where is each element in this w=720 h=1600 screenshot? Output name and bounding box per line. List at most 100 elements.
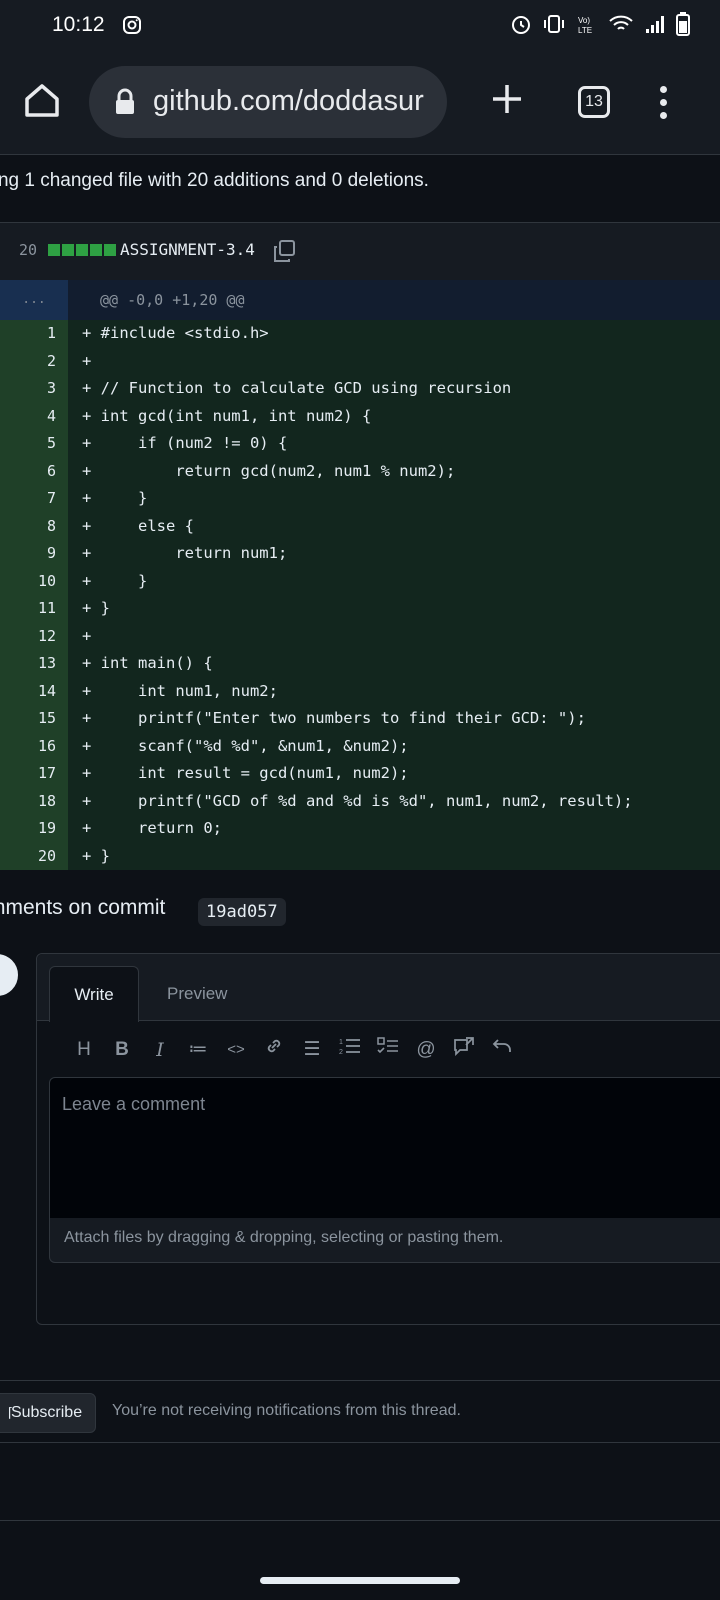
signal-icon	[644, 13, 666, 40]
line-number[interactable]: 7	[0, 485, 68, 513]
tab-write[interactable]: Write	[49, 966, 139, 1022]
diff-line: 2 +	[0, 347, 720, 375]
undo-icon[interactable]	[483, 1036, 521, 1064]
address-bar[interactable]: github.com/doddasur	[89, 66, 447, 138]
expand-hunk-button[interactable]: ...	[0, 280, 68, 320]
line-number[interactable]: 18	[0, 787, 68, 815]
diff-line: 16 + scanf("%d %d", &num1, &num2);	[0, 732, 720, 760]
cross-reference-icon[interactable]	[445, 1036, 483, 1064]
line-code: + scanf("%d %d", &num1, &num2);	[82, 736, 409, 755]
line-number[interactable]: 16	[0, 732, 68, 760]
status-bar: 10:12 Vo) LTE	[0, 0, 720, 52]
diff-line: 19 + return 0;	[0, 815, 720, 843]
line-code: + return gcd(num2, num1 % num2);	[82, 461, 456, 480]
line-code: + int result = gcd(num1, num2);	[82, 764, 409, 782]
hunk-text: @@ -0,0 +1,20 @@	[100, 291, 245, 309]
diff-line: 13 + int main() {	[0, 650, 720, 678]
line-code: + }	[82, 846, 110, 865]
diff-line: 6 + return gcd(num2, num1 % num2);	[0, 457, 720, 485]
instagram-icon	[122, 15, 142, 40]
alarm-icon	[510, 13, 532, 40]
svg-text:2: 2	[339, 1049, 343, 1056]
code-icon[interactable]: <>	[217, 1036, 255, 1064]
line-number[interactable]: 2	[0, 347, 68, 375]
home-icon[interactable]	[22, 80, 62, 125]
heading-icon[interactable]: H	[65, 1036, 103, 1064]
task-list-icon[interactable]	[369, 1036, 407, 1064]
line-number[interactable]: 4	[0, 402, 68, 430]
diff-line: 10 + }	[0, 567, 720, 595]
diff-table: ... @@ -0,0 +1,20 @@ 1 + #include <stdio.…	[0, 280, 720, 870]
file-name[interactable]: ASSIGNMENT-3.4	[120, 240, 255, 259]
divider	[0, 1380, 720, 1381]
line-code: + }	[82, 489, 148, 507]
subscribe-button[interactable]: ⌈Subscribe	[0, 1393, 96, 1433]
line-number[interactable]: 6	[0, 457, 68, 485]
line-number[interactable]: 3	[0, 375, 68, 403]
diffstat-bars	[48, 244, 116, 256]
overflow-menu-icon[interactable]	[660, 86, 667, 119]
unordered-list-icon[interactable]: ☰	[293, 1036, 331, 1064]
clock: 10:12	[52, 13, 105, 36]
vibrate-icon	[542, 13, 566, 40]
wifi-icon	[608, 13, 634, 40]
divider	[0, 1442, 720, 1443]
diff-line: 3 + // Function to calculate GCD using re…	[0, 375, 720, 403]
italic-icon[interactable]: I	[141, 1036, 179, 1064]
bold-icon[interactable]: B	[103, 1036, 141, 1064]
svg-text:Vo): Vo)	[578, 16, 590, 25]
line-number[interactable]: 10	[0, 567, 68, 595]
line-number[interactable]: 17	[0, 760, 68, 788]
line-number[interactable]: 19	[0, 815, 68, 843]
avatar	[0, 954, 18, 996]
diff-line: 9 + return num1;	[0, 540, 720, 568]
line-number[interactable]: 1	[0, 320, 68, 348]
commit-sha[interactable]: 19ad057	[198, 898, 286, 926]
line-number[interactable]: 11	[0, 595, 68, 623]
hunk-header: ... @@ -0,0 +1,20 @@	[0, 280, 720, 320]
line-code: +	[82, 626, 92, 645]
diff-line: 18 + printf("GCD of %d and %d is %d", num…	[0, 787, 720, 815]
line-code: + printf("GCD of %d and %d is %d", num1,…	[82, 791, 633, 810]
tab-preview[interactable]: Preview	[167, 966, 227, 1021]
line-number[interactable]: 20	[0, 842, 68, 870]
attach-files-area[interactable]: Attach files by dragging & dropping, sel…	[49, 1218, 720, 1263]
comments-title: mments on commit	[0, 896, 166, 919]
gesture-bar[interactable]	[260, 1577, 460, 1584]
line-code: +	[82, 351, 92, 370]
line-code: + printf("Enter two numbers to find thei…	[82, 709, 586, 727]
line-code: + else {	[82, 516, 194, 535]
attach-files-text: Attach files by dragging & dropping, sel…	[64, 1229, 504, 1246]
new-tab-icon[interactable]	[490, 82, 524, 121]
line-number[interactable]: 14	[0, 677, 68, 705]
editor-tabs: Write Preview	[37, 954, 720, 1022]
comment-textarea[interactable]: Leave a comment	[49, 1077, 720, 1219]
line-number[interactable]: 5	[0, 430, 68, 458]
tab-switcher-button[interactable]: 13	[578, 86, 610, 118]
diff-line: 7 + }	[0, 485, 720, 513]
line-code: + return 0;	[82, 819, 222, 837]
battery-icon	[676, 12, 690, 41]
markdown-toolbar: H B I ≔ <> ☰ 12 @	[65, 1036, 521, 1064]
file-header: 20 ASSIGNMENT-3.4	[0, 222, 720, 281]
quote-icon[interactable]: ≔	[179, 1036, 217, 1064]
mention-icon[interactable]: @	[407, 1036, 445, 1064]
link-icon[interactable]	[255, 1036, 293, 1064]
diff-line: 8 + else {	[0, 512, 720, 540]
line-code: + return num1;	[82, 544, 288, 562]
line-code: + int gcd(int num1, int num2) {	[82, 406, 372, 425]
diff-summary: wing 1 changed file with 20 additions an…	[0, 170, 429, 191]
ordered-list-icon[interactable]: 12	[331, 1036, 369, 1064]
diff-line: 1 + #include <stdio.h>	[0, 320, 720, 348]
diff-line: 15 + printf("Enter two numbers to find th…	[0, 705, 720, 733]
diff-line: 5 + if (num2 != 0) {	[0, 430, 720, 458]
svg-text:LTE: LTE	[578, 26, 592, 35]
line-number[interactable]: 12	[0, 622, 68, 650]
line-number[interactable]: 9	[0, 540, 68, 568]
line-number[interactable]: 13	[0, 650, 68, 678]
notification-status: You’re not receiving notifications from …	[112, 1402, 461, 1419]
copy-icon[interactable]	[272, 239, 296, 268]
line-number[interactable]: 15	[0, 705, 68, 733]
line-number[interactable]: 8	[0, 512, 68, 540]
lock-icon	[113, 88, 137, 121]
